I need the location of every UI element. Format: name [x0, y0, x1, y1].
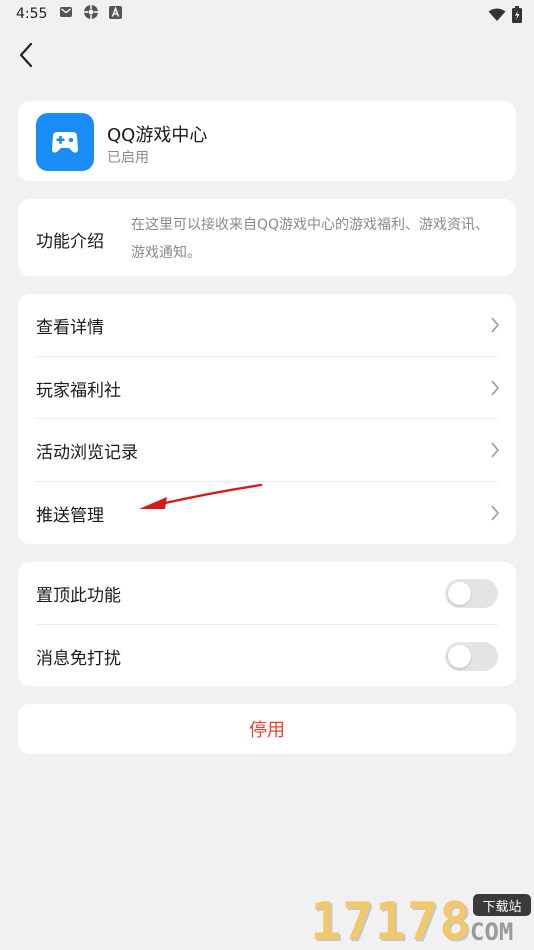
watermark-domain: COM — [470, 918, 514, 946]
mail-icon — [59, 6, 73, 22]
menu-item-label: 玩家福利社 — [36, 380, 121, 401]
chevron-right-icon — [491, 505, 500, 521]
do-not-disturb-label: 消息免打扰 — [36, 648, 121, 669]
disable-button-label: 停用 — [249, 720, 285, 741]
menu-card: 查看详情 玩家福利社 活动浏览记录 推送管理 — [18, 294, 516, 544]
back-button[interactable] — [12, 40, 40, 70]
app-notification-icon — [83, 4, 99, 24]
app-info-card: QQ游戏中心 已启用 — [18, 101, 516, 181]
site-watermark: 17178 下载站 COM — [310, 888, 534, 950]
chevron-right-icon — [491, 442, 500, 458]
menu-item-label: 查看详情 — [36, 317, 104, 338]
intro-description: 在这里可以接收来自QQ游戏中心的游戏福利、游戏资讯、游戏通知。 — [131, 217, 490, 261]
feature-intro-card: 功能介绍 在这里可以接收来自QQ游戏中心的游戏福利、游戏资讯、游戏通知。 — [18, 199, 516, 276]
chevron-right-icon — [491, 317, 500, 333]
gamepad-icon — [52, 132, 78, 153]
app-icon — [36, 113, 94, 171]
settings-toggle-card: 置顶此功能 消息免打扰 — [18, 562, 516, 686]
watermark-badge: 下载站 — [473, 894, 531, 916]
menu-item-view-details[interactable]: 查看详情 — [36, 294, 516, 356]
menu-item-push-management[interactable]: 推送管理 — [36, 482, 516, 544]
do-not-disturb-row: 消息免打扰 — [36, 625, 516, 687]
watermark-number: 17178 — [310, 892, 472, 950]
menu-item-label: 活动浏览记录 — [36, 442, 138, 463]
toggle-knob — [448, 582, 471, 605]
intro-label: 功能介绍 — [36, 232, 104, 252]
pin-feature-toggle[interactable] — [445, 579, 498, 608]
chevron-right-icon — [491, 380, 500, 396]
menu-item-player-welfare[interactable]: 玩家福利社 — [36, 357, 516, 419]
wifi-icon — [488, 8, 506, 26]
back-chevron-icon — [19, 42, 33, 68]
pin-feature-label: 置顶此功能 — [36, 585, 121, 606]
battery-icon — [512, 6, 522, 27]
pin-feature-row: 置顶此功能 — [36, 562, 516, 624]
annotation-arrow-icon — [139, 483, 263, 509]
font-a-icon — [109, 5, 123, 23]
toggle-knob — [448, 645, 471, 668]
menu-item-label: 推送管理 — [36, 505, 104, 526]
status-bar: 4:55 — [0, 0, 534, 28]
disable-button[interactable]: 停用 — [18, 704, 516, 754]
app-status: 已启用 — [107, 150, 149, 166]
menu-item-activity-history[interactable]: 活动浏览记录 — [36, 419, 516, 481]
app-name: QQ游戏中心 — [107, 125, 208, 146]
status-time: 4:55 — [16, 6, 48, 22]
do-not-disturb-toggle[interactable] — [445, 642, 498, 671]
